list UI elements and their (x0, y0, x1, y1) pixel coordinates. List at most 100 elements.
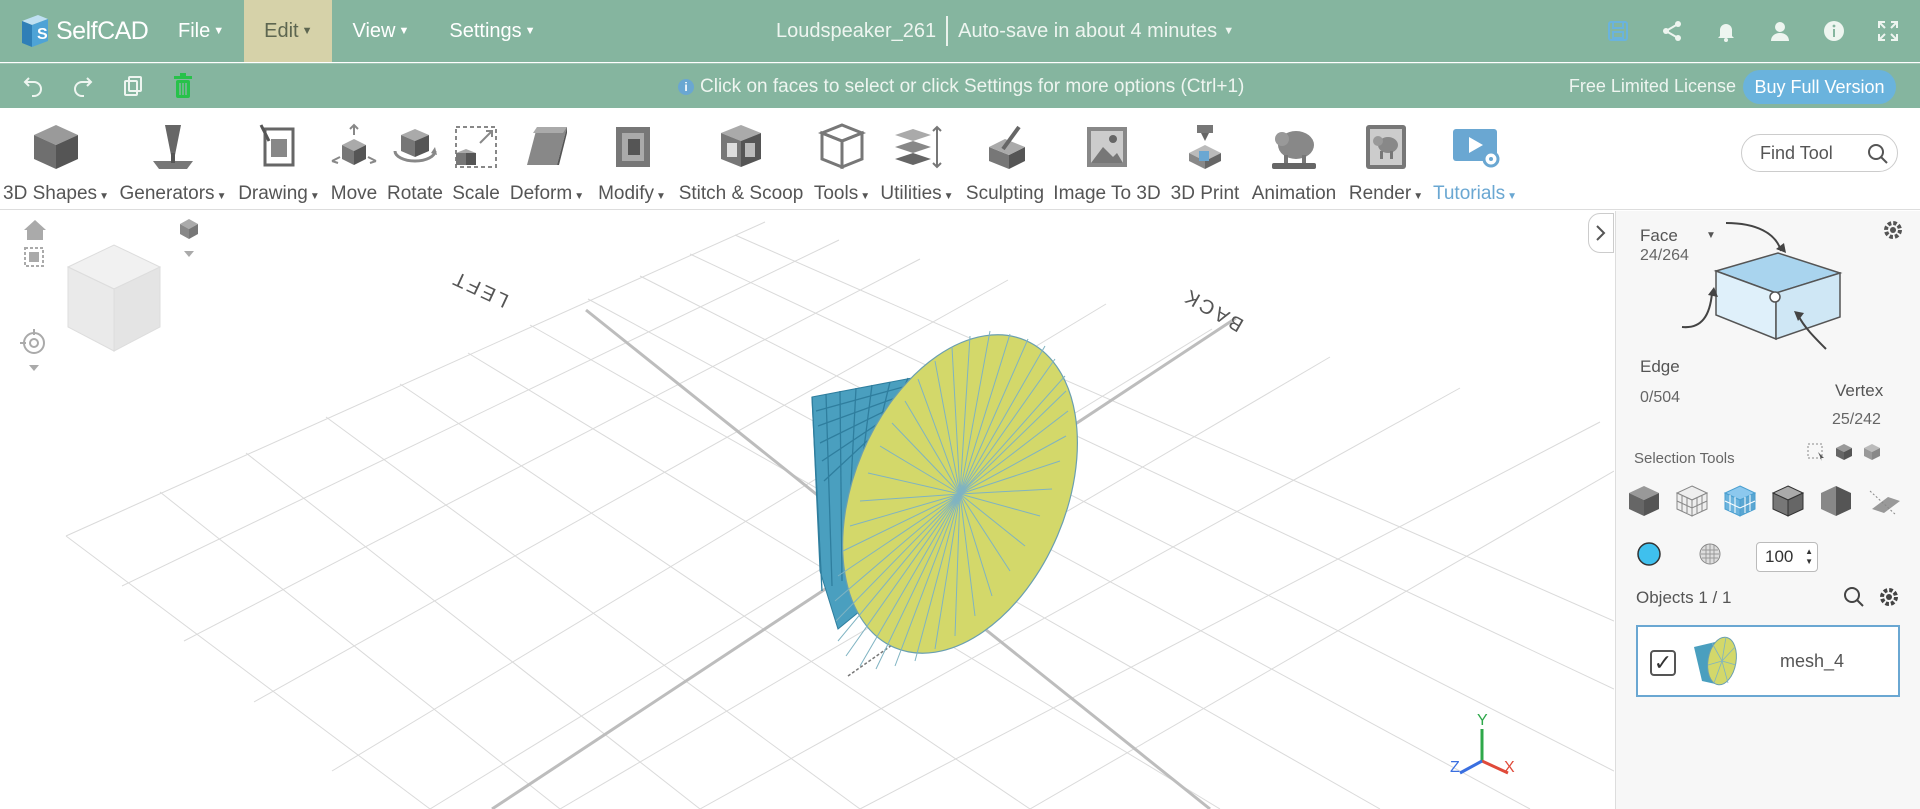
tool-label: Image To 3D (1053, 183, 1161, 204)
action-bar: i Click on faces to select or click Sett… (0, 63, 1920, 108)
tool-image-to-3d[interactable]: Image To 3D (1052, 109, 1162, 210)
object-list-item[interactable]: ✓ mesh_4 (1636, 625, 1900, 697)
tool-label: Stitch & Scoop (678, 183, 804, 204)
tool-label: Modify (598, 183, 655, 204)
edge-label[interactable]: Edge (1640, 357, 1680, 377)
left-label: LEFT (448, 266, 512, 312)
vertex-mode-icon[interactable] (1818, 483, 1854, 519)
home-view-icon[interactable] (22, 217, 48, 243)
tool-3d-print[interactable]: 3D Print (1168, 109, 1242, 210)
tool-modify[interactable]: Modify ▼ (594, 109, 670, 210)
selection-tools-label: Selection Tools (1634, 450, 1735, 467)
tools-icon (814, 117, 870, 177)
find-tool-input[interactable]: Find Tool (1741, 134, 1898, 172)
tool-stitch-scoop[interactable]: Stitch & Scoop (676, 109, 806, 210)
axis-x-label: X (1504, 759, 1515, 776)
save-icon[interactable] (1604, 17, 1632, 45)
animation-icon (1266, 117, 1322, 177)
tool-rotate[interactable]: Rotate (384, 109, 446, 210)
tool-drawing[interactable]: Drawing ▼ (236, 109, 322, 210)
menu-file[interactable]: File ▼ (158, 0, 244, 62)
opacity-stepper[interactable]: 100 ▲ ▼ (1756, 542, 1818, 572)
tool-sculpting[interactable]: Sculpting (962, 109, 1048, 210)
caret-down-icon: ▼ (574, 191, 585, 202)
delete-icon[interactable] (170, 73, 196, 99)
tool-move[interactable]: Move (326, 109, 382, 210)
texture-icon[interactable] (1698, 542, 1722, 566)
search-icon[interactable] (1867, 143, 1889, 165)
generator-icon (145, 117, 201, 177)
caret-down-icon: ▼ (398, 25, 410, 37)
menu-view-label: View (352, 19, 396, 42)
mesh-cone[interactable] (797, 299, 1123, 689)
rotate-icon (387, 117, 443, 177)
menu-view[interactable]: View ▼ (332, 0, 429, 62)
chevron-right-icon (1596, 225, 1606, 241)
scene-canvas[interactable]: LEFT BACK Y X Z (0, 211, 1614, 809)
wireframe-mode-icon[interactable] (1674, 483, 1710, 519)
caret-down-icon: ▼ (309, 191, 320, 202)
visibility-checkbox[interactable]: ✓ (1650, 650, 1676, 676)
render-icon (1358, 117, 1414, 177)
collapse-panel-button[interactable] (1588, 213, 1614, 253)
undo-icon[interactable] (20, 73, 46, 99)
caret-down-icon: ▼ (213, 25, 225, 37)
tool-deform[interactable]: Deform ▼ (506, 109, 588, 210)
select-box-icon[interactable] (1806, 442, 1826, 462)
tool-label: Render (1348, 183, 1412, 204)
tool-tools[interactable]: Tools ▼ (810, 109, 874, 210)
menu-settings[interactable]: Settings ▼ (429, 0, 555, 62)
share-icon[interactable] (1658, 17, 1686, 45)
caret-down-icon: ▼ (99, 191, 109, 202)
view-cube[interactable] (66, 244, 162, 352)
face-label[interactable]: Face (1640, 226, 1678, 246)
tool-generators[interactable]: Generators ▼ (117, 109, 229, 210)
redo-icon[interactable] (70, 73, 96, 99)
camera-options-icon[interactable] (176, 215, 202, 261)
top-icons (1604, 0, 1902, 62)
utilities-icon (889, 117, 945, 177)
target-icon[interactable] (20, 329, 48, 375)
opacity-value: 100 (1765, 547, 1794, 566)
select-visible-icon[interactable] (1834, 442, 1854, 462)
buy-full-version-button[interactable]: Buy Full Version (1743, 70, 1896, 104)
face-mode-icon[interactable] (1722, 483, 1758, 519)
gear-icon[interactable] (1878, 586, 1900, 608)
tool-scale[interactable]: Scale (449, 109, 503, 210)
copy-icon[interactable] (120, 73, 146, 99)
app-name: SelfCAD (56, 16, 149, 45)
app-logo[interactable]: S SelfCAD (18, 0, 158, 62)
select-through-icon[interactable] (1862, 442, 1882, 462)
edge-count: 0/504 (1640, 389, 1681, 406)
tool-label: 3D Shapes (3, 183, 98, 204)
sculpting-icon (977, 117, 1033, 177)
document-title[interactable]: Loudspeaker_261 Auto-save in about 4 min… (776, 0, 1234, 62)
fullscreen-icon[interactable] (1874, 17, 1902, 45)
bell-icon[interactable] (1712, 17, 1740, 45)
tool-render[interactable]: Render ▼ (1346, 109, 1426, 210)
tool-label: Move (330, 183, 378, 204)
objects-label: Objects 1 / 1 (1636, 588, 1732, 607)
plane-select-icon[interactable] (1866, 483, 1902, 519)
vertex-label[interactable]: Vertex (1835, 381, 1883, 401)
menu-edit[interactable]: Edit ▼ (244, 0, 333, 62)
selection-mode-diagram (1681, 222, 1843, 350)
object-mode-icon[interactable] (1626, 483, 1662, 519)
tool-label: Deform (509, 183, 573, 204)
edge-mode-icon[interactable] (1770, 483, 1806, 519)
user-icon[interactable] (1766, 17, 1794, 45)
tool-label: Rotate (387, 183, 443, 204)
color-picker-icon[interactable] (1636, 541, 1662, 567)
tool-animation[interactable]: Animation (1248, 109, 1340, 210)
stepper-arrows-icon[interactable]: ▲ ▼ (1805, 547, 1813, 567)
caret-down-icon: ▼ (656, 191, 666, 202)
search-icon[interactable] (1843, 586, 1865, 608)
tool-tutorials[interactable]: Tutorials ▼ (1432, 109, 1518, 210)
3d-viewport[interactable]: LEFT BACK Y X Z (0, 211, 1614, 809)
tool-label: Drawing (238, 183, 308, 204)
info-icon[interactable] (1820, 17, 1848, 45)
tool-utilities[interactable]: Utilities ▼ (878, 109, 956, 210)
fit-view-icon[interactable] (22, 245, 46, 269)
menu-edit-label: Edit (264, 19, 299, 42)
tool-3d-shapes[interactable]: 3D Shapes ▼ (3, 109, 109, 210)
